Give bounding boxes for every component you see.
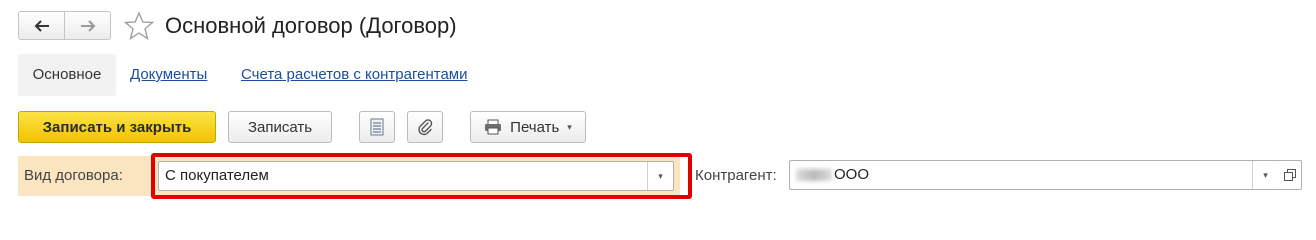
list-icon bbox=[370, 118, 384, 136]
navigation-buttons bbox=[18, 11, 111, 40]
counterparty-select[interactable]: ООО ▾ bbox=[789, 160, 1279, 190]
save-button[interactable]: Записать bbox=[228, 111, 332, 143]
print-button[interactable]: Печать ▾ bbox=[470, 111, 586, 143]
chevron-down-icon: ▾ bbox=[567, 121, 572, 132]
arrow-right-icon bbox=[80, 19, 95, 32]
contract-type-label: Вид договора: bbox=[24, 167, 123, 184]
page-title: Основной договор (Договор) bbox=[165, 13, 457, 38]
back-button[interactable] bbox=[19, 12, 64, 39]
print-label: Печать bbox=[510, 118, 560, 136]
redacted-name bbox=[796, 169, 832, 182]
tab-documents[interactable]: Документы bbox=[130, 66, 207, 84]
printer-icon bbox=[485, 119, 502, 135]
tab-counterparty-accounts[interactable]: Счета расчетов с контрагентами bbox=[241, 66, 467, 84]
paperclip-icon bbox=[418, 119, 433, 136]
highlight-frame bbox=[151, 153, 692, 199]
chevron-down-icon[interactable]: ▾ bbox=[1252, 161, 1278, 189]
tab-main[interactable]: Основное bbox=[18, 54, 116, 96]
star-icon[interactable] bbox=[124, 11, 154, 41]
open-counterparty-button[interactable] bbox=[1278, 160, 1302, 190]
counterparty-label: Контрагент: bbox=[695, 167, 777, 184]
arrow-left-icon bbox=[34, 19, 49, 32]
forward-button[interactable] bbox=[64, 12, 110, 39]
attach-files-button[interactable] bbox=[407, 111, 443, 143]
save-and-close-button[interactable]: Записать и закрыть bbox=[18, 111, 216, 143]
list-button[interactable] bbox=[359, 111, 395, 143]
open-window-icon bbox=[1283, 169, 1296, 181]
counterparty-value: ООО bbox=[834, 166, 870, 183]
